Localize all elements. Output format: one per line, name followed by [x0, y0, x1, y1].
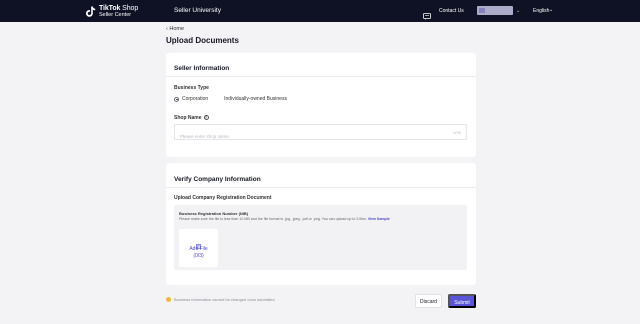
- page-title: Upload Documents: [166, 36, 239, 45]
- section-divider: [166, 76, 476, 77]
- add-file-label: Add File: [189, 246, 208, 252]
- radio-corporation-label: Corporation: [182, 96, 209, 102]
- radio-individually-owned-label: Individually-owned Business: [224, 96, 287, 102]
- language-selector[interactable]: English: [533, 8, 549, 14]
- info-icon[interactable]: ?: [203, 115, 209, 121]
- radio-corporation[interactable]: Corporation: [174, 96, 208, 102]
- tiktok-logo-icon: [86, 6, 96, 18]
- upload-registration-label: Upload Company Registration Document: [174, 195, 272, 201]
- account-avatar[interactable]: [477, 6, 513, 15]
- breadcrumb-home[interactable]: ‹ Home: [166, 26, 184, 32]
- seller-information-title: Seller Information: [174, 65, 230, 72]
- section-divider: [166, 187, 476, 188]
- radio-selected-icon[interactable]: [174, 96, 179, 102]
- warning-icon: [166, 297, 171, 302]
- verify-company-title: Verify Company Information: [174, 176, 261, 183]
- upload-requirements: Please make sure the file is less than 1…: [179, 217, 390, 221]
- nav-seller-university[interactable]: Seller University: [174, 7, 221, 14]
- business-type-radio-group: Corporation Individually-owned Business: [174, 96, 287, 102]
- view-sample-link[interactable]: View Sample: [368, 217, 390, 221]
- shop-name-input[interactable]: [175, 129, 435, 144]
- top-navigation-bar: TikTok Shop Seller Center Seller Univers…: [0, 0, 640, 22]
- verify-company-card: Verify Company Information Upload Compan…: [166, 163, 476, 285]
- radio-individually-owned[interactable]: Individually-owned Business: [224, 96, 287, 102]
- shop-name-label-row: Shop Name?: [174, 115, 209, 121]
- shop-name-char-counter: 0/30: [453, 130, 461, 135]
- seller-information-card: Seller Information Business Type Corpora…: [166, 53, 476, 157]
- logo-brand-text: TikTok: [99, 4, 121, 12]
- document-title: Business Registration Number (NIB): [179, 211, 249, 216]
- submit-button[interactable]: Submit: [448, 294, 476, 308]
- discard-button[interactable]: Discard: [415, 294, 442, 308]
- shop-name-field[interactable]: 0/30: [174, 124, 467, 144]
- chat-icon[interactable]: [423, 7, 431, 20]
- language-chevron-down-icon[interactable]: ⌄: [549, 7, 553, 13]
- tiktok-shop-logo[interactable]: TikTok Shop Seller Center: [86, 4, 138, 19]
- contact-us-link[interactable]: Contact Us: [439, 8, 464, 14]
- upload-requirements-text: Please make sure the file is less than 1…: [179, 217, 367, 221]
- account-chevron-down-icon[interactable]: ⌄: [516, 8, 520, 14]
- submission-notice-text: Business information cannot be changed o…: [174, 297, 276, 302]
- add-file-button[interactable]: Add File (0/3): [179, 229, 218, 267]
- shop-name-label: Shop Name: [174, 115, 202, 121]
- file-upload-icon: [196, 236, 201, 250]
- add-file-count: (0/3): [193, 253, 204, 259]
- logo-subtitle: Seller Center: [99, 11, 132, 18]
- upload-area: Business Registration Number (NIB) Pleas…: [174, 205, 467, 270]
- submission-notice: Business information cannot be changed o…: [166, 297, 276, 302]
- logo-shop-text: Shop: [120, 4, 139, 12]
- business-type-label: Business Type: [174, 85, 209, 91]
